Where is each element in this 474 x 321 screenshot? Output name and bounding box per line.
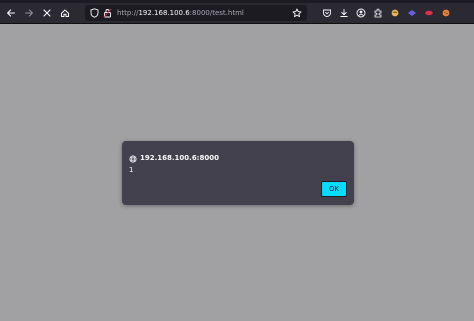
puzzle-icon[interactable] bbox=[371, 6, 385, 20]
star-icon[interactable] bbox=[290, 6, 304, 20]
dialog-message: 1 bbox=[129, 166, 134, 174]
home-icon[interactable] bbox=[56, 4, 74, 22]
toolbar-right-icons bbox=[320, 6, 453, 20]
dialog-title: 192.168.100.6:8000 bbox=[140, 153, 219, 162]
close-icon[interactable] bbox=[38, 4, 56, 22]
url-scheme: http:// bbox=[117, 9, 139, 17]
arrow-right-icon[interactable] bbox=[20, 4, 38, 22]
extension-icon[interactable] bbox=[388, 6, 402, 20]
url-text[interactable]: http://192.168.100.6:8000/test.html bbox=[117, 9, 244, 17]
navigation-toolbar: http://192.168.100.6:8000/test.html bbox=[0, 3, 474, 23]
download-icon[interactable] bbox=[337, 6, 351, 20]
extension-icon[interactable] bbox=[405, 6, 419, 20]
url-host: 192.168.100.6 bbox=[138, 9, 190, 17]
account-icon[interactable] bbox=[354, 6, 368, 20]
toolbar-divider bbox=[0, 23, 474, 24]
dialog-header: 192.168.100.6:8000 bbox=[129, 148, 219, 167]
url-bar[interactable]: http://192.168.100.6:8000/test.html bbox=[85, 5, 307, 21]
url-port: :8000 bbox=[189, 9, 210, 17]
extension-icon[interactable] bbox=[422, 6, 436, 20]
pocket-icon[interactable] bbox=[320, 6, 334, 20]
arrow-left-icon[interactable] bbox=[2, 4, 20, 22]
shield-icon[interactable] bbox=[88, 6, 101, 20]
alert-dialog: 192.168.100.6:8000 1 OK bbox=[122, 141, 354, 205]
extension-icon[interactable] bbox=[439, 6, 453, 20]
globe-icon bbox=[129, 148, 137, 167]
url-path: /test.html bbox=[209, 9, 244, 17]
ok-button[interactable]: OK bbox=[321, 181, 347, 197]
page-insecure-icon[interactable] bbox=[101, 6, 114, 20]
